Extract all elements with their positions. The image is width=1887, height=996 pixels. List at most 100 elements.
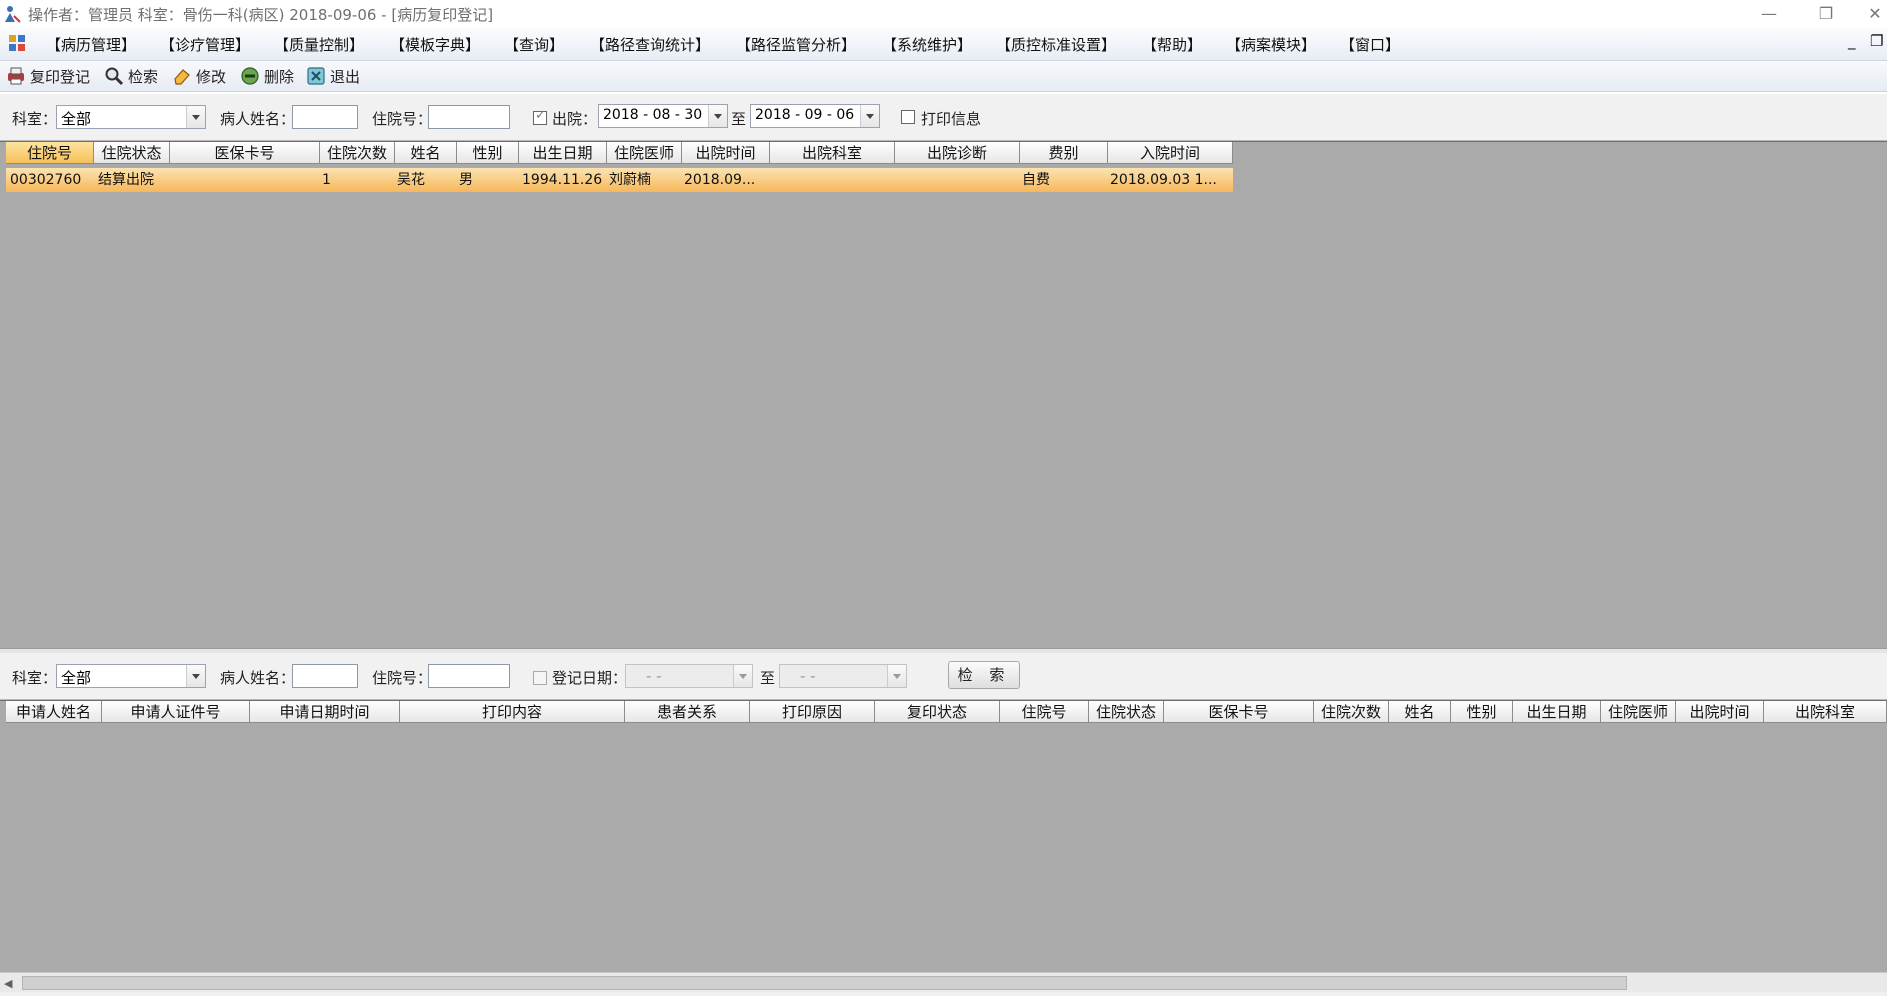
menu-pathway-analysis[interactable]: 【路径监管分析】 (736, 34, 856, 55)
cell-fee-type: 自费 (1022, 172, 1050, 188)
col-header-status[interactable]: 住院状态 (1089, 701, 1164, 723)
mdi-minimize-button[interactable]: _ (1848, 32, 1856, 50)
col-header-birth-date[interactable]: 出生日期 (1513, 701, 1601, 723)
col-header-discharge-dept[interactable]: 出院科室 (1764, 701, 1887, 723)
chevron-down-icon[interactable] (186, 665, 205, 687)
dept-select[interactable]: 全部 (56, 664, 206, 688)
col-header-name[interactable]: 姓名 (1389, 701, 1451, 723)
discharge-date-from[interactable]: 2018 - 08 - 30 (598, 104, 728, 128)
patient-name-label: 病人姓名： (220, 669, 296, 687)
patient-name-input[interactable] (292, 664, 358, 688)
menu-system-maintenance[interactable]: 【系统维护】 (882, 34, 972, 55)
menu-case-module[interactable]: 【病案模块】 (1226, 34, 1316, 55)
col-header-status[interactable]: 住院状态 (94, 142, 170, 164)
col-header-apply-datetime[interactable]: 申请日期时间 (250, 701, 400, 723)
scroll-left-icon[interactable]: ◀ (4, 977, 12, 990)
top-filter-bar: 科室： 全部 病人姓名： 住院号： ✓ 出院： 2018 - 08 - 30 至… (0, 94, 1887, 141)
window-menu-icon[interactable] (8, 34, 26, 52)
register-date-to-value: - - (800, 667, 816, 685)
register-date-checkbox[interactable] (533, 671, 547, 685)
col-header-insurance-card[interactable]: 医保卡号 (1164, 701, 1314, 723)
col-header-inpatient-no[interactable]: 住院号 (6, 142, 94, 164)
register-date-from[interactable]: - - (625, 664, 753, 688)
scroll-thumb[interactable] (22, 976, 1627, 990)
menu-query[interactable]: 【查询】 (504, 34, 564, 55)
menu-qc-standards[interactable]: 【质控标准设置】 (996, 34, 1116, 55)
cell-doctor: 刘蔚楠 (609, 172, 651, 188)
close-button[interactable]: ✕ (1855, 2, 1887, 26)
print-register-button[interactable]: 复印登记 (6, 65, 90, 87)
col-header-fee-type[interactable]: 费别 (1020, 142, 1108, 164)
menu-window[interactable]: 【窗口】 (1340, 34, 1400, 55)
col-header-admission-count[interactable]: 住院次数 (320, 142, 395, 164)
mdi-restore-button[interactable]: ❐ (1870, 32, 1883, 50)
table-row[interactable]: 00302760 结算出院 1 吴花 男 1994.11.26 刘蔚楠 2018… (6, 168, 1233, 192)
menu-template-dictionary[interactable]: 【模板字典】 (390, 34, 480, 55)
col-header-birth-date[interactable]: 出生日期 (519, 142, 607, 164)
discharge-date-from-value: 2018 - 08 - 30 (603, 107, 703, 123)
register-date-to[interactable]: - - (779, 664, 907, 688)
col-header-insurance-card[interactable]: 医保卡号 (170, 142, 320, 164)
menu-help[interactable]: 【帮助】 (1142, 34, 1202, 55)
col-header-applicant-name[interactable]: 申请人姓名 (6, 701, 102, 723)
col-header-discharge-time[interactable]: 出院时间 (1676, 701, 1764, 723)
print-info-label: 打印信息 (921, 110, 982, 128)
cell-discharge-time: 2018.09... (684, 172, 756, 188)
menu-quality-control[interactable]: 【质量控制】 (274, 34, 364, 55)
menu-medical-records[interactable]: 【病历管理】 (46, 34, 136, 55)
col-header-print-content[interactable]: 打印内容 (400, 701, 625, 723)
col-header-copy-status[interactable]: 复印状态 (875, 701, 1000, 723)
app-icon (5, 6, 21, 23)
col-header-inpatient-no[interactable]: 住院号 (1000, 701, 1089, 723)
search-button[interactable]: 检索 (104, 65, 158, 87)
cell-discharge-dept (772, 168, 892, 192)
col-header-doctor[interactable]: 住院医师 (607, 142, 682, 164)
print-requests-grid: 申请人姓名 申请人证件号 申请日期时间 打印内容 患者关系 打印原因 复印状态 … (0, 700, 1887, 973)
col-header-discharge-diagnosis[interactable]: 出院诊断 (895, 142, 1020, 164)
patient-name-label: 病人姓名： (220, 110, 296, 128)
menu-pathway-statistics[interactable]: 【路径查询统计】 (590, 34, 710, 55)
delete-button[interactable]: 删除 (240, 65, 294, 87)
col-header-applicant-id[interactable]: 申请人证件号 (102, 701, 250, 723)
print-register-label: 复印登记 (30, 67, 91, 86)
patient-name-input[interactable] (292, 105, 358, 129)
inpatient-no-input[interactable] (428, 105, 510, 129)
col-header-discharge-dept[interactable]: 出院科室 (770, 142, 895, 164)
checkmark-icon: ✓ (535, 108, 546, 123)
menu-treatment[interactable]: 【诊疗管理】 (160, 34, 250, 55)
chevron-down-icon[interactable] (186, 106, 205, 128)
col-header-gender[interactable]: 性别 (1451, 701, 1513, 723)
restore-button[interactable]: ❐ (1806, 2, 1846, 26)
chevron-down-icon[interactable] (733, 665, 752, 687)
col-header-name[interactable]: 姓名 (395, 142, 457, 164)
col-header-admission-count[interactable]: 住院次数 (1314, 701, 1389, 723)
col-header-gender[interactable]: 性别 (457, 142, 519, 164)
minimize-button[interactable]: — (1749, 2, 1789, 26)
edit-button[interactable]: 修改 (172, 65, 226, 87)
eraser-edit-icon (174, 69, 190, 85)
col-header-doctor[interactable]: 住院医师 (1601, 701, 1676, 723)
cell-inpatient-no: 00302760 (10, 172, 82, 188)
chevron-down-icon[interactable] (887, 665, 906, 687)
horizontal-scrollbar[interactable]: ◀ (0, 972, 1887, 993)
dept-select[interactable]: 全部 (56, 105, 206, 129)
print-register-icon (8, 67, 24, 85)
dept-select-value: 全部 (61, 110, 92, 128)
search-submit-button[interactable]: 检 索 (948, 661, 1020, 689)
chevron-down-icon[interactable] (860, 105, 879, 127)
col-header-patient-relation[interactable]: 患者关系 (625, 701, 750, 723)
discharge-checkbox[interactable]: ✓ (533, 108, 547, 125)
col-header-discharge-time[interactable]: 出院时间 (682, 142, 770, 164)
chevron-down-icon[interactable] (708, 105, 727, 127)
cell-admission-time: 2018.09.03 1... (1110, 172, 1217, 188)
inpatient-no-input[interactable] (428, 664, 510, 688)
cell-admission-count: 1 (322, 172, 331, 188)
exit-x-icon (307, 67, 325, 85)
print-info-checkbox[interactable] (901, 110, 915, 124)
discharge-date-to[interactable]: 2018 - 09 - 06 (750, 104, 880, 128)
exit-button[interactable]: 退出 (306, 65, 360, 87)
cell-birth-date: 1994.11.26 (522, 172, 603, 188)
col-header-admission-time[interactable]: 入院时间 (1108, 142, 1233, 164)
col-header-print-reason[interactable]: 打印原因 (750, 701, 875, 723)
dept-label: 科室： (12, 110, 58, 128)
